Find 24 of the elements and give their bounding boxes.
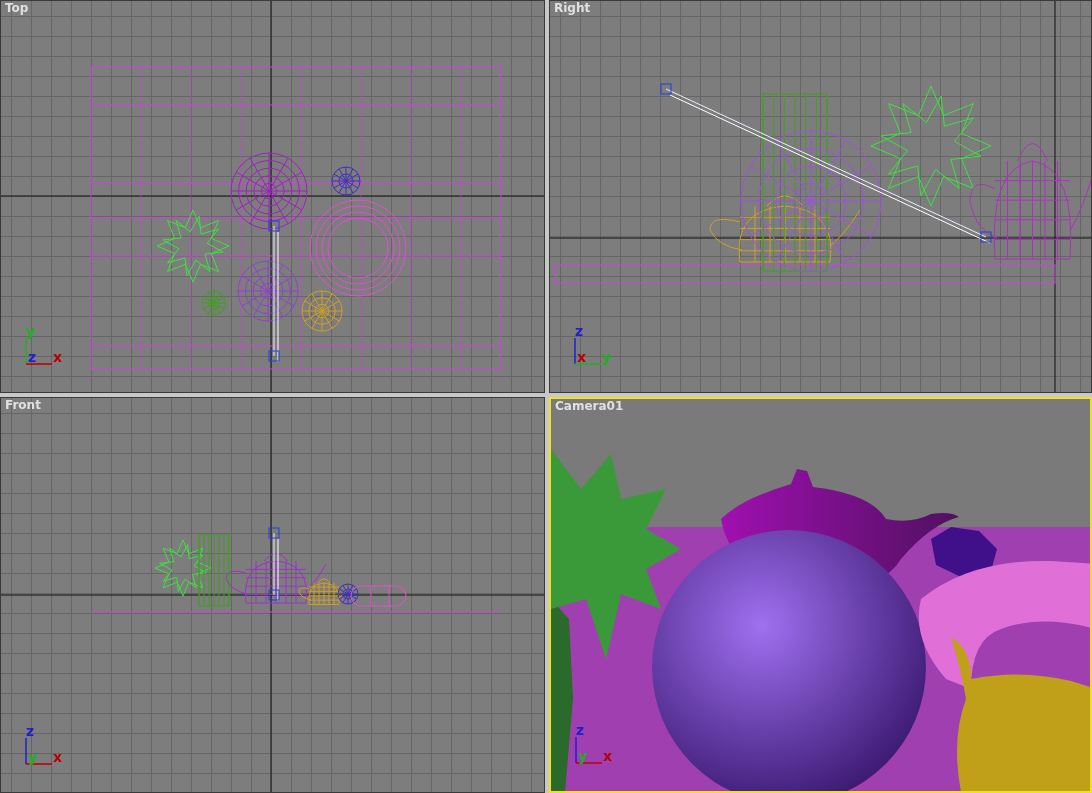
axis-label: z: [28, 349, 37, 365]
axis-triad-icon: [575, 736, 603, 764]
axis-label: y: [578, 748, 588, 764]
axis-triad-icon: [574, 337, 602, 365]
axis-label: y: [26, 324, 36, 339]
axis-label: z: [26, 724, 35, 739]
viewport[interactable]: Top y z x: [0, 0, 545, 393]
axis-label: x: [603, 748, 613, 764]
axis-label: z: [576, 723, 585, 738]
viewport[interactable]: Right z x y: [549, 0, 1092, 393]
viewport-label[interactable]: Camera01: [555, 399, 624, 413]
axis-label: y: [602, 349, 612, 365]
viewport[interactable]: Front z y x: [0, 397, 545, 793]
axis-label: y: [28, 749, 38, 765]
axis-label: x: [53, 749, 63, 765]
axis-triad-icon: [25, 337, 53, 365]
viewport-label[interactable]: Top: [5, 1, 29, 15]
viewport-label[interactable]: Right: [554, 1, 591, 15]
axis-label: x: [577, 349, 587, 365]
axis-label: z: [575, 324, 584, 339]
viewport-label[interactable]: Front: [5, 398, 41, 412]
axis-label: x: [53, 349, 63, 365]
viewport[interactable]: Camera01 z y x: [549, 397, 1092, 793]
axis-triad-icon: [25, 737, 53, 765]
